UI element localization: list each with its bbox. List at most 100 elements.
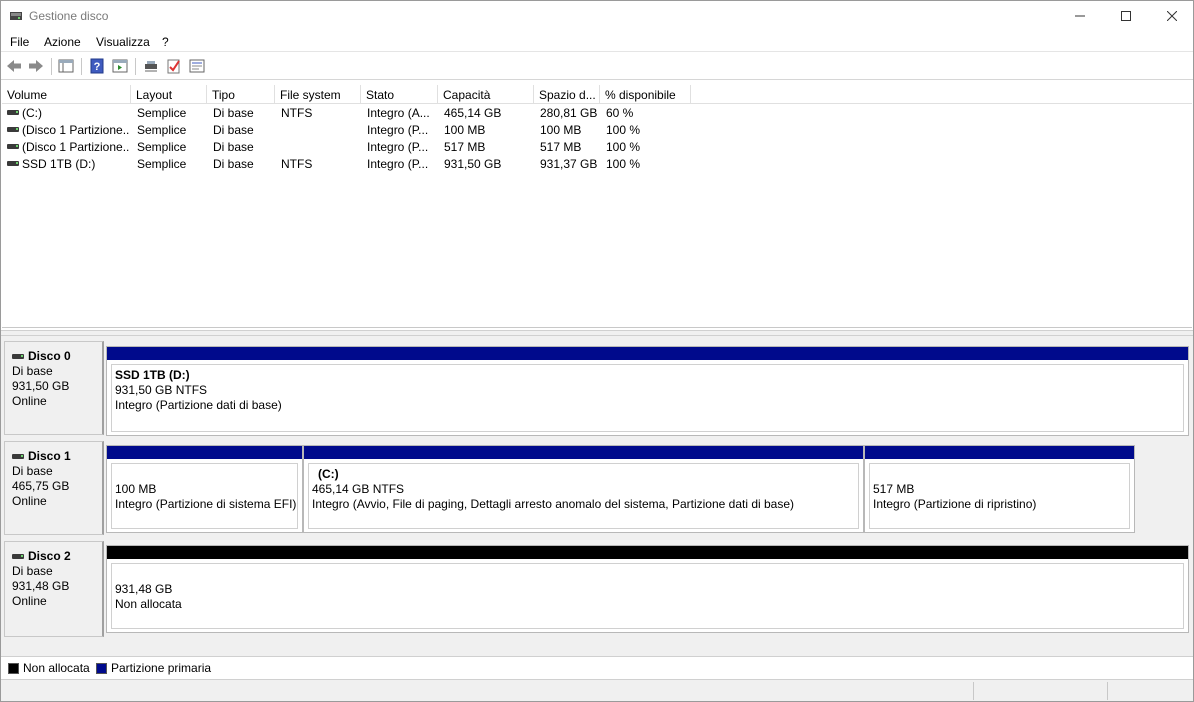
svg-text:?: ? [94,61,101,73]
disk-icon [12,354,24,359]
volume-free-space: 517 MB [540,140,582,154]
volume-type: Di base [213,140,254,154]
volume-capacity: 931,50 GB [444,157,502,171]
help-button[interactable]: ? [88,57,106,75]
close-button[interactable] [1149,1,1194,31]
toolbar-separator [81,58,82,75]
back-button[interactable] [5,57,23,75]
show-action-pane-button[interactable] [111,57,129,75]
status-pane [973,682,1107,700]
disk-label-disco-0[interactable]: Disco 0 Di base 931,50 GB Online [4,341,104,435]
partition-unallocated[interactable]: 931,48 GB Non allocata [106,545,1189,633]
volume-free-space: 280,81 GB [540,106,598,120]
volume-status: Integro (P... [367,157,429,171]
volume-name: SSD 1TB (D:) [22,157,96,171]
disk-row-disco-0: Disco 0 Di base 931,50 GB Online SSD 1TB… [1,336,1193,436]
disk-name: Disco 1 [28,449,71,463]
title-bar: Gestione disco [1,1,1193,31]
disk-status: Online [12,394,47,408]
console-tree-button[interactable] [57,57,75,75]
volume-capacity: 517 MB [444,140,486,154]
partition-ssd-d[interactable]: SSD 1TB (D:) 931,50 GB NTFS Integro (Par… [106,346,1189,436]
column-header-volume[interactable]: Volume [2,85,131,104]
disk-type: Di base [12,364,53,378]
partition-title [115,467,297,482]
partition-status: Integro (Avvio, File di paging, Dettagli… [312,497,795,511]
volume-list: Volume Layout Tipo File system Stato Cap… [2,84,1192,328]
column-header-file-system[interactable]: File system [275,85,361,104]
volume-status: Integro (P... [367,123,429,137]
partition-title [115,567,1183,582]
properties-button[interactable] [188,57,206,75]
forward-button[interactable] [27,57,45,75]
volume-row[interactable]: (C:) Semplice Di base NTFS Integro (A...… [2,104,1192,121]
partition-efi[interactable]: 100 MB Integro (Partizione di sistema EF… [106,445,303,533]
disk-graphic-view: Disco 0 Di base 931,50 GB Online SSD 1TB… [1,336,1193,656]
volume-type: Di base [213,123,254,137]
disk-label-disco-2[interactable]: Disco 2 Di base 931,48 GB Online [4,541,104,637]
volume-capacity: 465,14 GB [444,106,502,120]
disk-label-disco-1[interactable]: Disco 1 Di base 465,75 GB Online [4,441,104,535]
toolbar-separator [135,58,136,75]
volume-icon [7,110,19,115]
volume-free-space: 100 MB [540,123,582,137]
disk-status: Online [12,594,47,608]
partition-body: 931,48 GB Non allocata [111,563,1184,629]
menu-file[interactable]: File [10,35,29,49]
partition-recovery[interactable]: 517 MB Integro (Partizione di ripristino… [864,445,1135,533]
check-button[interactable] [165,57,183,75]
close-icon [1167,11,1177,21]
partition-size: 931,50 GB NTFS [115,383,208,397]
partition-status: Integro (Partizione di ripristino) [873,497,1037,511]
partition-size: 100 MB [115,482,157,496]
toolbar: ? [1,53,1193,80]
column-header-percent-disponibile[interactable]: % disponibile [600,85,691,104]
volume-row[interactable]: (Disco 1 Partizione... Semplice Di base … [2,138,1192,155]
minimize-button[interactable] [1057,1,1103,31]
forward-icon [29,60,43,72]
connect-disk-button[interactable] [142,57,160,75]
status-bar [1,679,1193,701]
legend-swatch-unallocated [8,663,19,674]
menu-azione[interactable]: Azione [44,35,81,49]
disk-icon [12,554,24,559]
partition-title: SSD 1TB (D:) [115,368,190,382]
menu-bar: File Azione Visualizza ? [1,31,1193,52]
partition-band-primary [865,446,1134,459]
column-header-spazio-disponibile[interactable]: Spazio d... [534,85,600,104]
volume-icon [7,161,19,166]
partition-size: 465,14 GB NTFS [312,482,405,496]
disk-name: Disco 0 [28,349,71,363]
column-header-capacita[interactable]: Capacità [438,85,534,104]
partition-c[interactable]: (C:) 465,14 GB NTFS Integro (Avvio, File… [303,445,864,533]
menu-help[interactable]: ? [162,35,169,49]
maximize-icon [1121,11,1131,21]
menu-visualizza[interactable]: Visualizza [96,35,150,49]
volume-layout: Semplice [137,123,187,137]
back-icon [7,60,21,72]
legend-label-unallocated: Non allocata [23,661,90,675]
volume-icon [7,144,19,149]
partition-status: Integro (Partizione di sistema EFI) [115,497,297,511]
column-header-tipo[interactable]: Tipo [207,85,275,104]
disk-type: Di base [12,564,53,578]
column-header-layout[interactable]: Layout [131,85,207,104]
minimize-icon [1075,15,1085,17]
partition-title: (C:) [318,467,339,481]
connect-disk-icon [145,61,157,72]
disk-row-disco-2: Disco 2 Di base 931,48 GB Online 931,48 … [1,536,1193,637]
disk-icon [12,454,24,459]
volume-file-system: NTFS [281,106,313,120]
volume-row[interactable]: (Disco 1 Partizione... Semplice Di base … [2,121,1192,138]
volume-list-header: Volume Layout Tipo File system Stato Cap… [2,85,1192,104]
volume-free-space: 931,37 GB [540,157,598,171]
volume-name: (Disco 1 Partizione... [22,140,130,154]
partition-band-unallocated [107,546,1188,559]
column-header-stato[interactable]: Stato [361,85,438,104]
partition-body: 517 MB Integro (Partizione di ripristino… [869,463,1130,529]
volume-status: Integro (A... [367,106,430,120]
volume-type: Di base [213,157,254,171]
maximize-button[interactable] [1103,1,1149,31]
disk-row-disco-1: Disco 1 Di base 465,75 GB Online 100 MB … [1,436,1193,536]
volume-row[interactable]: SSD 1TB (D:) Semplice Di base NTFS Integ… [2,155,1192,172]
